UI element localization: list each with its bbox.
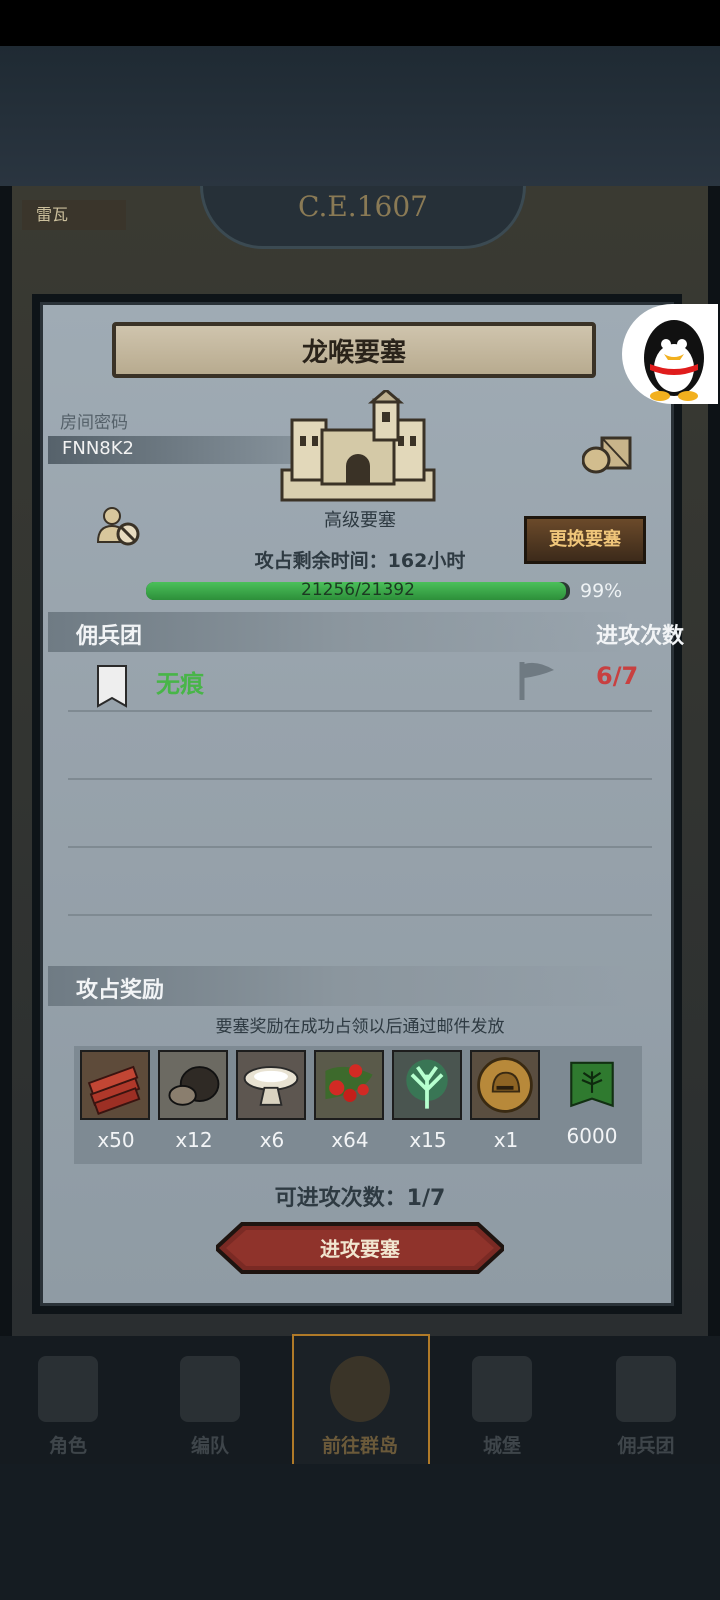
mercenary-name: 无痕: [156, 670, 204, 698]
banner-icon: [570, 1061, 614, 1108]
reward-item[interactable]: x1: [470, 1050, 542, 1152]
mercenary-row[interactable]: 无痕 6/7: [60, 652, 650, 710]
era-dial: C.E.1607: [200, 186, 526, 249]
ore-icon: [158, 1050, 228, 1120]
change-fortress-label: 更换要塞: [549, 529, 621, 550]
attack-count-header: 进攻次数: [596, 624, 685, 649]
row-divider: [68, 914, 652, 916]
reward-count: x12: [175, 1128, 213, 1152]
mercenary-attack-count: 6/7: [596, 662, 639, 690]
castle-icon: [280, 390, 436, 502]
salt-dish-icon: [236, 1050, 306, 1120]
time-remaining: 攻占剩余时间：162小时: [254, 550, 466, 572]
berries-icon: [314, 1050, 384, 1120]
reward-item[interactable]: x64: [314, 1050, 386, 1152]
reward-count: x1: [493, 1128, 519, 1152]
nav-label: 前往群岛: [321, 1435, 398, 1457]
reward-count: 6000: [566, 1124, 618, 1148]
herb-icon: [392, 1050, 462, 1120]
formation-icon: [180, 1356, 240, 1422]
nav-label: 编队: [190, 1435, 229, 1457]
reward-item[interactable]: x15: [392, 1050, 464, 1152]
reward-section-header: 攻占奖励: [48, 966, 628, 1006]
nav-label: 角色: [48, 1435, 87, 1457]
reward-item[interactable]: x6: [236, 1050, 308, 1152]
fortress-hp-text: 21256/21392: [301, 580, 415, 600]
title-banner: 龙喉要塞: [112, 322, 596, 378]
nav-mercenary[interactable]: 佣兵团: [586, 1346, 706, 1464]
row-divider: [68, 778, 652, 780]
attack-fortress-label: 进攻要塞: [320, 1237, 400, 1261]
nav-label: 佣兵团: [617, 1435, 675, 1457]
supplies-icon[interactable]: [582, 432, 632, 474]
reward-header-label: 攻占奖励: [76, 978, 165, 1003]
timber-icon: [80, 1050, 150, 1120]
flag-icon: [519, 662, 554, 700]
attack-remaining: 可进攻次数：1/7: [274, 1186, 446, 1211]
nav-label: 城堡: [482, 1435, 521, 1457]
fortress-type: 高级要塞: [324, 510, 396, 531]
helmet-medal-icon: [470, 1050, 540, 1120]
change-fortress-button[interactable]: 更换要塞: [524, 516, 646, 564]
reward-item[interactable]: x12: [158, 1050, 230, 1152]
mercenary-section-header: 佣兵团: [48, 612, 628, 652]
attack-fortress-button[interactable]: 进攻要塞: [216, 1222, 504, 1274]
reward-count: x6: [259, 1128, 285, 1152]
nav-castle[interactable]: 城堡: [442, 1346, 562, 1464]
reward-count: x64: [331, 1128, 369, 1152]
status-bar: [0, 0, 720, 46]
nav-islands[interactable]: 前往群岛: [300, 1346, 420, 1464]
penguin-icon: [644, 320, 704, 401]
room-code-value: FNN8K2: [62, 438, 134, 459]
qq-float-button[interactable]: [622, 304, 718, 404]
bottom-background: [0, 1464, 720, 1600]
reward-count: x15: [409, 1128, 447, 1152]
dialog-title: 龙喉要塞: [301, 338, 406, 368]
nav-formation[interactable]: 编队: [150, 1346, 270, 1464]
globe-icon: [330, 1356, 390, 1422]
reward-item[interactable]: 6000: [548, 1050, 636, 1148]
room-code-label: 房间密码: [60, 413, 128, 433]
mercenary-icon: [616, 1356, 676, 1422]
nav-character[interactable]: 角色: [8, 1346, 128, 1464]
era-text: C.E.1607: [298, 190, 428, 223]
fortress-hp-percent: 99%: [580, 580, 623, 602]
reward-list: x50 x12 x6 x64 x15 x1 6000: [74, 1046, 642, 1164]
no-user-icon[interactable]: [96, 506, 142, 546]
guild-banner-icon: [97, 665, 127, 708]
background-location-label: 雷瓦: [22, 200, 126, 230]
mercenary-header-label: 佣兵团: [76, 624, 143, 649]
castle-nav-icon: [472, 1356, 532, 1422]
background-band: [0, 46, 720, 186]
reward-count: x50: [97, 1128, 135, 1152]
character-icon: [38, 1356, 98, 1422]
row-divider: [68, 710, 652, 712]
row-divider: [68, 846, 652, 848]
reward-note: 要塞奖励在成功占领以后通过邮件发放: [215, 1017, 505, 1037]
reward-item[interactable]: x50: [80, 1050, 152, 1152]
